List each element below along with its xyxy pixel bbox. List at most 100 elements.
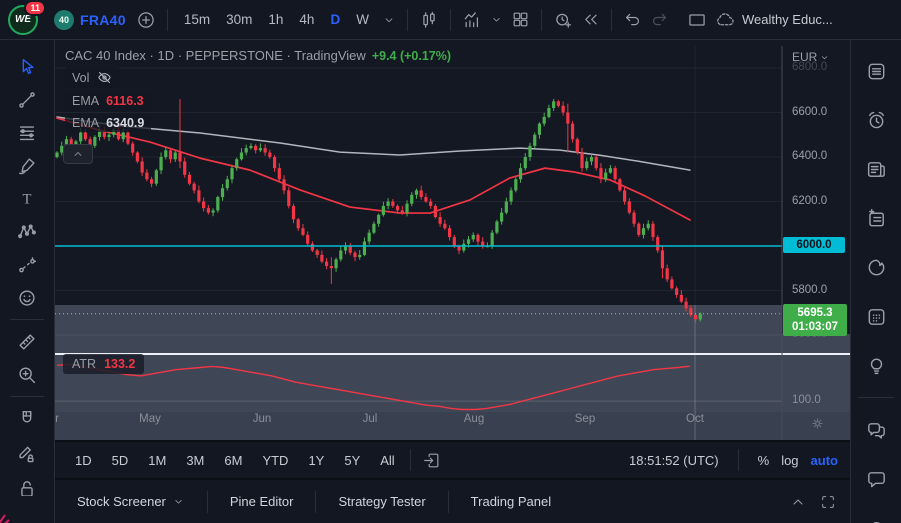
clock[interactable]: 18:51:52 (UTC) bbox=[629, 453, 719, 468]
ema-slow-legend[interactable]: EMA 6340.9 bbox=[65, 114, 151, 132]
percent-scale-button[interactable]: % bbox=[758, 453, 770, 468]
price-tick: 6200.0 bbox=[792, 195, 827, 207]
volume-legend[interactable]: Vol bbox=[65, 67, 120, 88]
fib-lines-icon[interactable] bbox=[9, 116, 45, 149]
toolbar-divider bbox=[10, 396, 44, 397]
time-tick-apr: Apr bbox=[55, 413, 59, 425]
cloud-save-icon[interactable] bbox=[711, 5, 740, 34]
indicators-chevron-down-icon[interactable] bbox=[486, 9, 507, 30]
tab-trading-panel[interactable]: Trading Panel bbox=[449, 480, 573, 523]
bar-replay-icon[interactable] bbox=[577, 6, 604, 33]
time-axis[interactable]: AprMayJunJulAugSepOct bbox=[55, 413, 782, 433]
ema-label: EMA bbox=[67, 94, 99, 108]
range-3m[interactable]: 3M bbox=[178, 449, 212, 472]
magnet-icon[interactable] bbox=[9, 402, 45, 435]
panel-fullscreen-icon[interactable] bbox=[820, 494, 836, 510]
top-toolbar: WE 11 40 FRA40 15m30m1h4hDW Wealthy Educ… bbox=[0, 0, 901, 40]
price-tick: 5800.0 bbox=[792, 284, 827, 296]
ideas-icon[interactable] bbox=[857, 346, 895, 384]
text-icon[interactable]: T bbox=[9, 182, 45, 215]
chevron-down-icon bbox=[172, 495, 185, 508]
data-window-icon[interactable] bbox=[857, 199, 895, 237]
drawing-pencil-lock-icon[interactable] bbox=[9, 435, 45, 468]
indicators-icon[interactable] bbox=[458, 6, 486, 34]
timeframe-W[interactable]: W bbox=[349, 8, 376, 31]
alerts-icon[interactable] bbox=[857, 101, 895, 139]
hotlists-icon[interactable] bbox=[857, 248, 895, 286]
volume-label: Vol bbox=[67, 71, 89, 85]
gear-icon[interactable] bbox=[810, 416, 825, 431]
timeframe-chevron-down-icon[interactable] bbox=[378, 9, 400, 31]
toolbar-divider bbox=[10, 319, 44, 320]
time-tick-jul: Jul bbox=[363, 413, 378, 425]
cursor-icon[interactable] bbox=[9, 50, 45, 83]
xabcd-pattern-icon[interactable] bbox=[9, 215, 45, 248]
tradingview-window: WE 11 40 FRA40 15m30m1h4hDW Wealthy Educ… bbox=[0, 0, 901, 523]
price-axis[interactable]: EUR 6000.0 5695.3 01:03:07 100.0 6800.06… bbox=[782, 46, 850, 440]
calendar-icon[interactable] bbox=[857, 297, 895, 335]
timeframe-buttons: 15m30m1h4hDW bbox=[177, 8, 376, 31]
tab-strategy-tester[interactable]: Strategy Tester bbox=[316, 480, 447, 523]
timeframe-1h[interactable]: 1h bbox=[261, 8, 290, 31]
price-tick: 6600.0 bbox=[792, 106, 827, 118]
range-1d[interactable]: 1D bbox=[67, 449, 100, 472]
public-chats-icon[interactable] bbox=[857, 411, 895, 449]
tab-stock-screener[interactable]: Stock Screener bbox=[55, 480, 207, 523]
last-price-value: 5695.3 bbox=[783, 306, 847, 320]
rectangle-layout-icon[interactable] bbox=[683, 6, 711, 34]
toolbar-divider bbox=[167, 9, 168, 31]
ema-fast-legend[interactable]: EMA 6116.3 bbox=[65, 92, 151, 110]
create-alert-icon[interactable] bbox=[549, 6, 577, 34]
candles-style-icon[interactable] bbox=[415, 6, 443, 34]
panel-expand-icon[interactable] bbox=[790, 494, 806, 510]
ruler-icon[interactable] bbox=[9, 325, 45, 358]
undo-icon[interactable] bbox=[619, 6, 646, 33]
range-6m[interactable]: 6M bbox=[216, 449, 250, 472]
atr-label: ATR bbox=[72, 357, 96, 371]
chart-title[interactable]: CAC 40 Index · 1D · PEPPERSTONE · Tradin… bbox=[65, 48, 366, 63]
lock-all-icon[interactable] bbox=[9, 468, 45, 501]
symbol-name: FRA40 bbox=[80, 12, 126, 28]
timeframe-30m[interactable]: 30m bbox=[219, 8, 259, 31]
range-5d[interactable]: 5D bbox=[104, 449, 137, 472]
news-icon[interactable] bbox=[857, 150, 895, 188]
ema-label: EMA bbox=[67, 116, 99, 130]
range-all[interactable]: All bbox=[372, 449, 402, 472]
timeframe-4h[interactable]: 4h bbox=[292, 8, 321, 31]
watchlist-icon[interactable] bbox=[857, 52, 895, 90]
toolbar-divider bbox=[410, 449, 411, 471]
emoji-icon[interactable] bbox=[9, 281, 45, 314]
bottom-range-toolbar: 1D5D1M3M6MYTD1Y5YAll 18:51:52 (UTC) % lo… bbox=[55, 440, 850, 480]
timeframe-15m[interactable]: 15m bbox=[177, 8, 217, 31]
redo-icon[interactable] bbox=[646, 6, 673, 33]
trend-line-icon[interactable] bbox=[9, 83, 45, 116]
auto-scale-button[interactable]: auto bbox=[811, 453, 838, 468]
zoom-in-icon[interactable] bbox=[9, 358, 45, 391]
range-1y[interactable]: 1Y bbox=[300, 449, 332, 472]
layout-grid-icon[interactable] bbox=[507, 6, 534, 33]
forecast-icon[interactable] bbox=[9, 248, 45, 281]
range-ytd[interactable]: YTD bbox=[254, 449, 296, 472]
legend-collapse-button[interactable] bbox=[63, 144, 93, 164]
layout-name[interactable]: Wealthy Educ... bbox=[742, 12, 833, 27]
range-5y[interactable]: 5Y bbox=[336, 449, 368, 472]
range-1m[interactable]: 1M bbox=[140, 449, 174, 472]
app-logo[interactable]: WE 11 bbox=[8, 5, 38, 35]
eye-off-icon[interactable] bbox=[96, 69, 113, 86]
compare-add-icon[interactable] bbox=[132, 6, 160, 34]
price-tick: 6800.0 bbox=[792, 61, 827, 73]
toolbar-divider bbox=[541, 9, 542, 31]
support-icon[interactable] bbox=[857, 509, 895, 523]
go-to-date-icon[interactable] bbox=[418, 447, 445, 474]
symbol-search-button[interactable]: 40 FRA40 bbox=[54, 10, 126, 30]
tab-pine-editor[interactable]: Pine Editor bbox=[208, 480, 316, 523]
private-chat-icon[interactable] bbox=[857, 460, 895, 498]
ema-slow-value: 6340.9 bbox=[106, 116, 144, 130]
timeframe-D[interactable]: D bbox=[323, 8, 347, 31]
price-tick: 6400.0 bbox=[792, 150, 827, 162]
chart-pane[interactable]: CAC 40 Index · 1D · PEPPERSTONE · Tradin… bbox=[55, 40, 850, 440]
log-scale-button[interactable]: log bbox=[781, 453, 798, 468]
atr-legend[interactable]: ATR 133.2 bbox=[63, 354, 144, 374]
brush-icon[interactable] bbox=[9, 149, 45, 182]
notification-badge: 11 bbox=[24, 0, 46, 16]
